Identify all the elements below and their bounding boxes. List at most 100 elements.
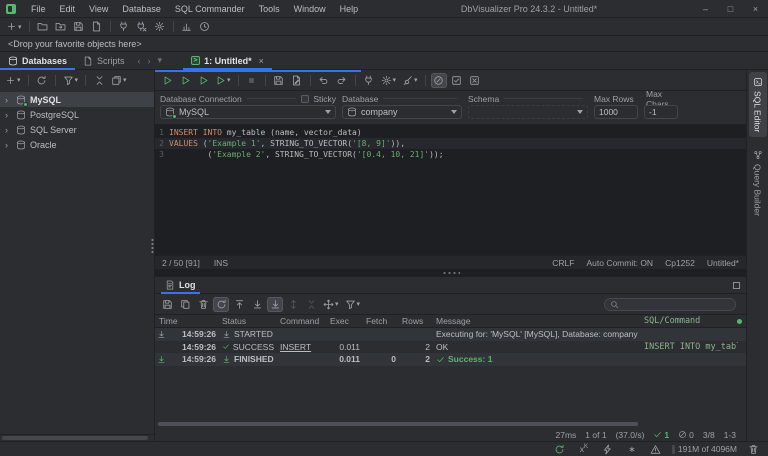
fit-columns-button[interactable]: ▾ [321, 297, 341, 312]
log-row[interactable]: 14:59:26SUCCESSINSERT0.0112OKINSERT INTO… [155, 341, 746, 354]
execute-button[interactable] [159, 73, 175, 88]
log-search-input[interactable] [622, 298, 730, 310]
tab-editor-1[interactable]: >1: Untitled*× [183, 52, 272, 70]
vtab-sql-editor[interactable]: SQL Editor [749, 72, 767, 137]
code-line-2[interactable]: 2VALUES ('Example 1', STRING_TO_VECTOR('… [155, 138, 746, 149]
cell-command[interactable]: INSERT [277, 342, 327, 352]
tab-log[interactable]: Log [161, 277, 200, 294]
maximize-panel-icon[interactable] [733, 282, 740, 289]
col-exec[interactable]: Exec [327, 316, 363, 326]
export-log-button[interactable] [159, 297, 175, 312]
prev-tab-button[interactable]: ‹ [136, 56, 143, 66]
code-line-3[interactable]: 3 ('Example 2', STRING_TO_VECTOR('[0.4, … [155, 149, 746, 160]
run-gc-button[interactable] [745, 443, 761, 456]
open-file-button[interactable] [53, 19, 69, 34]
tab-databases[interactable]: Databases [0, 52, 75, 70]
sync-status-icon[interactable] [552, 443, 568, 456]
menu-edit[interactable]: Edit [53, 0, 83, 18]
menu-file[interactable]: File [24, 0, 53, 18]
new-object-button[interactable]: ▾ [4, 19, 24, 34]
menu-sql-commander[interactable]: SQL Commander [168, 0, 252, 18]
col-time[interactable]: Time [155, 316, 219, 326]
close-tab-icon[interactable]: × [259, 56, 264, 66]
connect-button[interactable] [116, 19, 132, 34]
warnings-icon[interactable] [648, 443, 664, 456]
charts-button[interactable] [179, 19, 195, 34]
close-editor-button[interactable] [467, 73, 483, 88]
copy-log-button[interactable] [177, 297, 193, 312]
commit-button[interactable] [361, 73, 377, 88]
code-line-1[interactable]: 1INSERT INTO my_table (name, vector_data… [155, 127, 746, 138]
filter-log-button[interactable]: ▾ [343, 297, 363, 312]
col-command[interactable]: Command [277, 316, 327, 326]
new-connection-button[interactable]: ▾ [3, 73, 23, 88]
next-statement-button[interactable] [334, 73, 350, 88]
chevron-right-icon[interactable]: › [5, 110, 12, 120]
connection-item-oracle[interactable]: ›Oracle [0, 137, 154, 152]
save-script-as-button[interactable] [289, 73, 305, 88]
favorites-bar[interactable]: <Drop your favorite objects here> [0, 36, 768, 52]
pin-log-button[interactable] [213, 297, 229, 312]
sql-code-editor[interactable]: 1INSERT INTO my_table (name, vector_data… [155, 125, 746, 255]
sticky-checkbox[interactable] [301, 95, 309, 103]
col-fetch[interactable]: Fetch [363, 316, 399, 326]
sidebar-hscrollbar[interactable] [0, 434, 154, 441]
tab-list-button[interactable]: ▾ [156, 55, 165, 66]
editor-settings-button[interactable]: ▾ [379, 73, 399, 88]
database-select[interactable]: company [342, 105, 462, 119]
col-rows[interactable]: Rows [399, 316, 433, 326]
sidebar-splitter[interactable] [151, 238, 154, 254]
log-hscrollbar[interactable] [155, 421, 746, 428]
chevron-right-icon[interactable]: › [5, 95, 12, 105]
chevron-right-icon[interactable]: › [5, 125, 12, 135]
clear-log-button[interactable] [195, 297, 211, 312]
disconnect-button[interactable] [134, 19, 150, 34]
tail-log-button[interactable] [267, 297, 283, 312]
connection-item-postgresql[interactable]: ›PostgreSQL [0, 107, 154, 122]
col-sql-command[interactable]: SQL/Command [641, 316, 738, 326]
connection-select[interactable]: MySQL [160, 105, 336, 119]
log-row[interactable]: 14:59:26STARTEDExecuting for: 'MySQL' [M… [155, 328, 746, 341]
background-tasks-icon[interactable]: ∗ [624, 443, 640, 456]
menu-help[interactable]: Help [333, 0, 366, 18]
refresh-tree-button[interactable] [34, 73, 50, 88]
menu-tools[interactable]: Tools [252, 0, 287, 18]
open-connection-button[interactable] [35, 19, 51, 34]
save-button[interactable] [71, 19, 87, 34]
schema-select[interactable] [468, 105, 588, 119]
chevron-right-icon[interactable]: › [5, 140, 12, 150]
save-script-button[interactable] [271, 73, 287, 88]
edit-mode-button[interactable] [449, 73, 465, 88]
next-tab-button[interactable]: › [146, 56, 153, 66]
connection-item-mysql[interactable]: ›MySQL [0, 92, 154, 107]
maximize-button[interactable]: □ [718, 0, 743, 18]
execute-buffer-button[interactable] [195, 73, 211, 88]
menu-window[interactable]: Window [287, 0, 333, 18]
memory-indicator[interactable]: 191M of 4096M [672, 444, 737, 454]
previous-statement-button[interactable] [316, 73, 332, 88]
log-splitter[interactable] [155, 269, 746, 276]
tab-scripts[interactable]: Scripts [75, 52, 133, 70]
scroll-to-end-button[interactable] [249, 297, 265, 312]
col-message[interactable]: Message [433, 316, 641, 326]
open-window-button[interactable]: ▾ [109, 73, 129, 88]
execute-options-button[interactable]: ▾ [213, 73, 233, 88]
max-rows-input[interactable] [594, 105, 638, 119]
execute-current-button[interactable] [177, 73, 193, 88]
log-row[interactable]: 14:59:26FINISHED0.01102Success: 1 [155, 353, 746, 366]
shortcut-icon[interactable]: xK [576, 443, 592, 456]
col-status[interactable]: Status [219, 316, 277, 326]
connection-item-sql-server[interactable]: ›SQL Server [0, 122, 154, 137]
collapse-all-button[interactable] [91, 73, 107, 88]
close-button[interactable]: × [743, 0, 768, 18]
save-bookmark-button[interactable] [89, 19, 105, 34]
power-status-icon[interactable] [600, 443, 616, 456]
auto-complete-button[interactable] [431, 73, 447, 88]
menu-database[interactable]: Database [115, 0, 168, 18]
minimize-button[interactable]: – [693, 0, 718, 18]
max-chars-input[interactable] [644, 105, 678, 119]
history-button[interactable] [197, 19, 213, 34]
menu-view[interactable]: View [82, 0, 115, 18]
vtab-query-builder[interactable]: Query Builder [749, 145, 767, 221]
filter-tree-button[interactable]: ▾ [61, 73, 81, 88]
